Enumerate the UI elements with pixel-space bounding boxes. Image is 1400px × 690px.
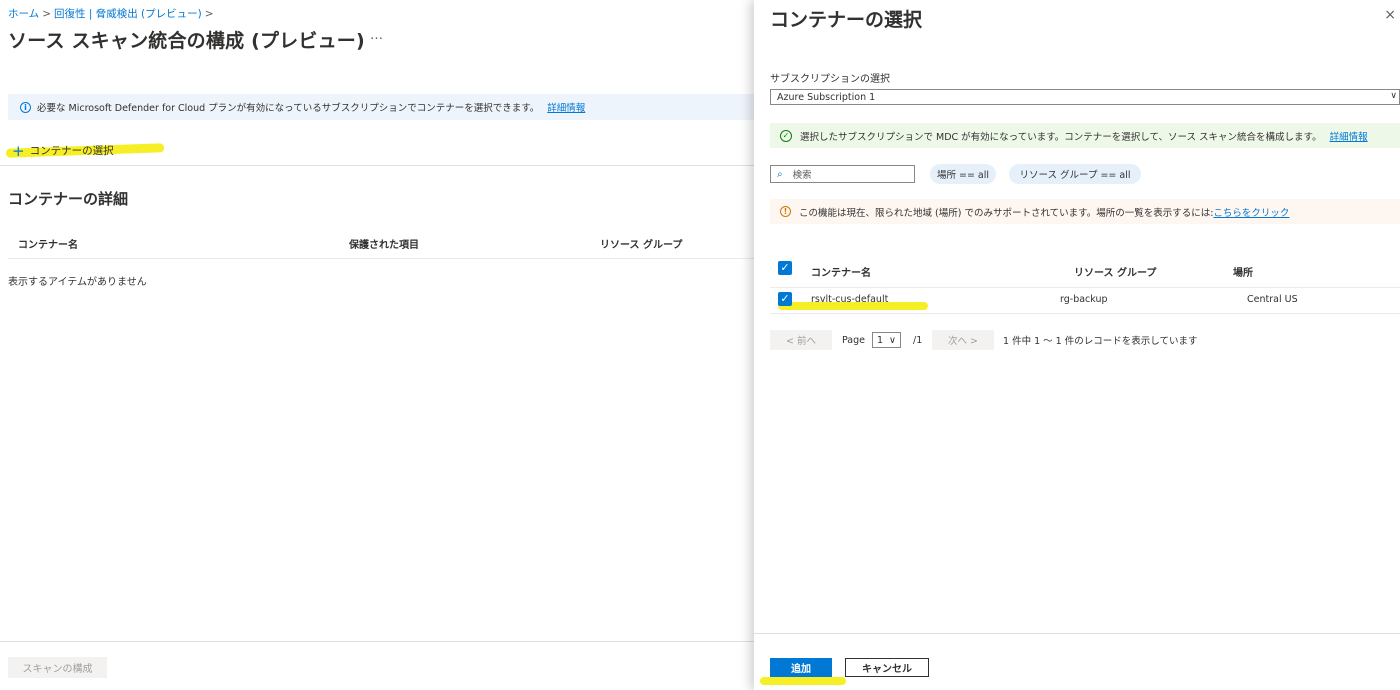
- plus-icon: +: [12, 141, 25, 160]
- details-section-title: コンテナーの詳細: [8, 190, 129, 208]
- success-text: 選択したサブスクリプションで MDC が有効になっています。コンテナーを選択して…: [800, 131, 1322, 143]
- warning-icon: !: [780, 206, 791, 217]
- subscription-label: サブスクリプションの選択: [770, 74, 890, 85]
- success-banner: ✓ 選択したサブスクリプションで MDC が有効になっています。コンテナーを選択…: [770, 123, 1400, 148]
- info-learn-more-link[interactable]: 詳細情報: [547, 100, 585, 114]
- record-summary: 1 件中 1 ～ 1 件のレコードを表示しています: [1003, 336, 1198, 347]
- select-all-checkbox[interactable]: ✓: [778, 261, 792, 275]
- breadcrumb-home[interactable]: ホーム: [8, 8, 39, 20]
- divider: [0, 165, 754, 166]
- chevron-down-icon: ∨: [889, 334, 897, 346]
- warning-text: この機能は現在、限られた地域 (場所) でのみサポートされています。場所の一覧を…: [799, 207, 1214, 219]
- row-container-name: rsvlt-cus-default: [811, 294, 889, 305]
- column-header-protected-items[interactable]: 保護された項目: [349, 236, 419, 251]
- subscription-dropdown[interactable]: Azure Subscription 1 ∨: [770, 89, 1400, 105]
- success-learn-more-link[interactable]: 詳細情報: [1330, 129, 1368, 143]
- info-banner: i 必要な Microsoft Defender for Cloud プランが有…: [8, 94, 754, 120]
- column-header-resource-group[interactable]: リソース グループ: [1074, 264, 1156, 279]
- warning-banner: ! この機能は現在、限られた地域 (場所) でのみサポートされています。場所の一…: [770, 199, 1400, 224]
- next-page-button[interactable]: 次へ >: [932, 330, 994, 350]
- close-icon[interactable]: ×: [1384, 7, 1396, 23]
- table-divider: [770, 287, 1400, 288]
- page-title: ソース スキャン統合の構成 (プレビュー): [8, 30, 365, 52]
- filter-location[interactable]: 場所 == all: [930, 164, 996, 184]
- prev-page-button[interactable]: < 前へ: [770, 330, 832, 350]
- column-header-container-name[interactable]: コンテナー名: [18, 236, 78, 251]
- search-placeholder: 検索: [792, 170, 812, 181]
- table-divider: [770, 313, 1400, 314]
- configure-scan-button[interactable]: スキャンの構成: [8, 657, 107, 678]
- page-root: ホーム > 回復性 | 脅威検出 (プレビュー) > ソース スキャン統合の構成 (プ…: [0, 0, 1400, 690]
- page-total: /1: [913, 334, 923, 346]
- empty-state-text: 表示するアイテムがありません: [8, 277, 147, 288]
- warning-link[interactable]: こちらをクリック: [1213, 205, 1289, 219]
- chevron-down-icon: ∨: [1390, 91, 1397, 101]
- more-options-icon[interactable]: …: [370, 28, 383, 43]
- check-circle-icon: ✓: [780, 129, 792, 142]
- highlight-marker: [760, 677, 846, 685]
- select-container-panel: コンテナーの選択 × サブスクリプションの選択 Azure Subscripti…: [754, 0, 1400, 690]
- column-header-resource-group[interactable]: リソース グループ: [600, 236, 682, 251]
- add-button[interactable]: 追加: [770, 658, 832, 677]
- column-header-container-name[interactable]: コンテナー名: [811, 264, 871, 279]
- page-select[interactable]: 1 ∨: [872, 332, 902, 348]
- breadcrumb-separator: >: [42, 8, 51, 20]
- filter-resource-group[interactable]: リソース グループ == all: [1009, 164, 1141, 184]
- info-icon: i: [20, 101, 31, 113]
- select-container-button[interactable]: + コンテナーの選択: [12, 143, 114, 158]
- search-input[interactable]: ⌕ 検索: [770, 165, 915, 183]
- cancel-button[interactable]: キャンセル: [845, 658, 929, 677]
- row-checkbox[interactable]: ✓: [778, 292, 792, 306]
- search-icon: ⌕: [777, 168, 783, 180]
- info-text: 必要な Microsoft Defender for Cloud プランが有効に…: [37, 103, 540, 114]
- breadcrumb-resilience[interactable]: 回復性 | 脅威検出 (プレビュー): [54, 8, 202, 20]
- row-location: Central US: [1247, 294, 1298, 305]
- main-pane: ホーム > 回復性 | 脅威検出 (プレビュー) > ソース スキャン統合の構成 (プ…: [0, 0, 754, 690]
- page-label: Page: [842, 334, 865, 346]
- footer-divider: [754, 633, 1400, 634]
- table-divider: [8, 258, 754, 259]
- row-resource-group: rg-backup: [1060, 294, 1108, 305]
- footer-divider: [0, 641, 754, 642]
- page-select-value: 1: [877, 334, 884, 346]
- breadcrumb: ホーム > 回復性 | 脅威検出 (プレビュー) >: [8, 6, 217, 21]
- column-header-location[interactable]: 場所: [1233, 264, 1253, 279]
- panel-title: コンテナーの選択: [770, 9, 923, 31]
- subscription-value: Azure Subscription 1: [777, 91, 876, 103]
- breadcrumb-separator-end: >: [204, 8, 214, 20]
- select-container-label: コンテナーの選択: [29, 145, 114, 157]
